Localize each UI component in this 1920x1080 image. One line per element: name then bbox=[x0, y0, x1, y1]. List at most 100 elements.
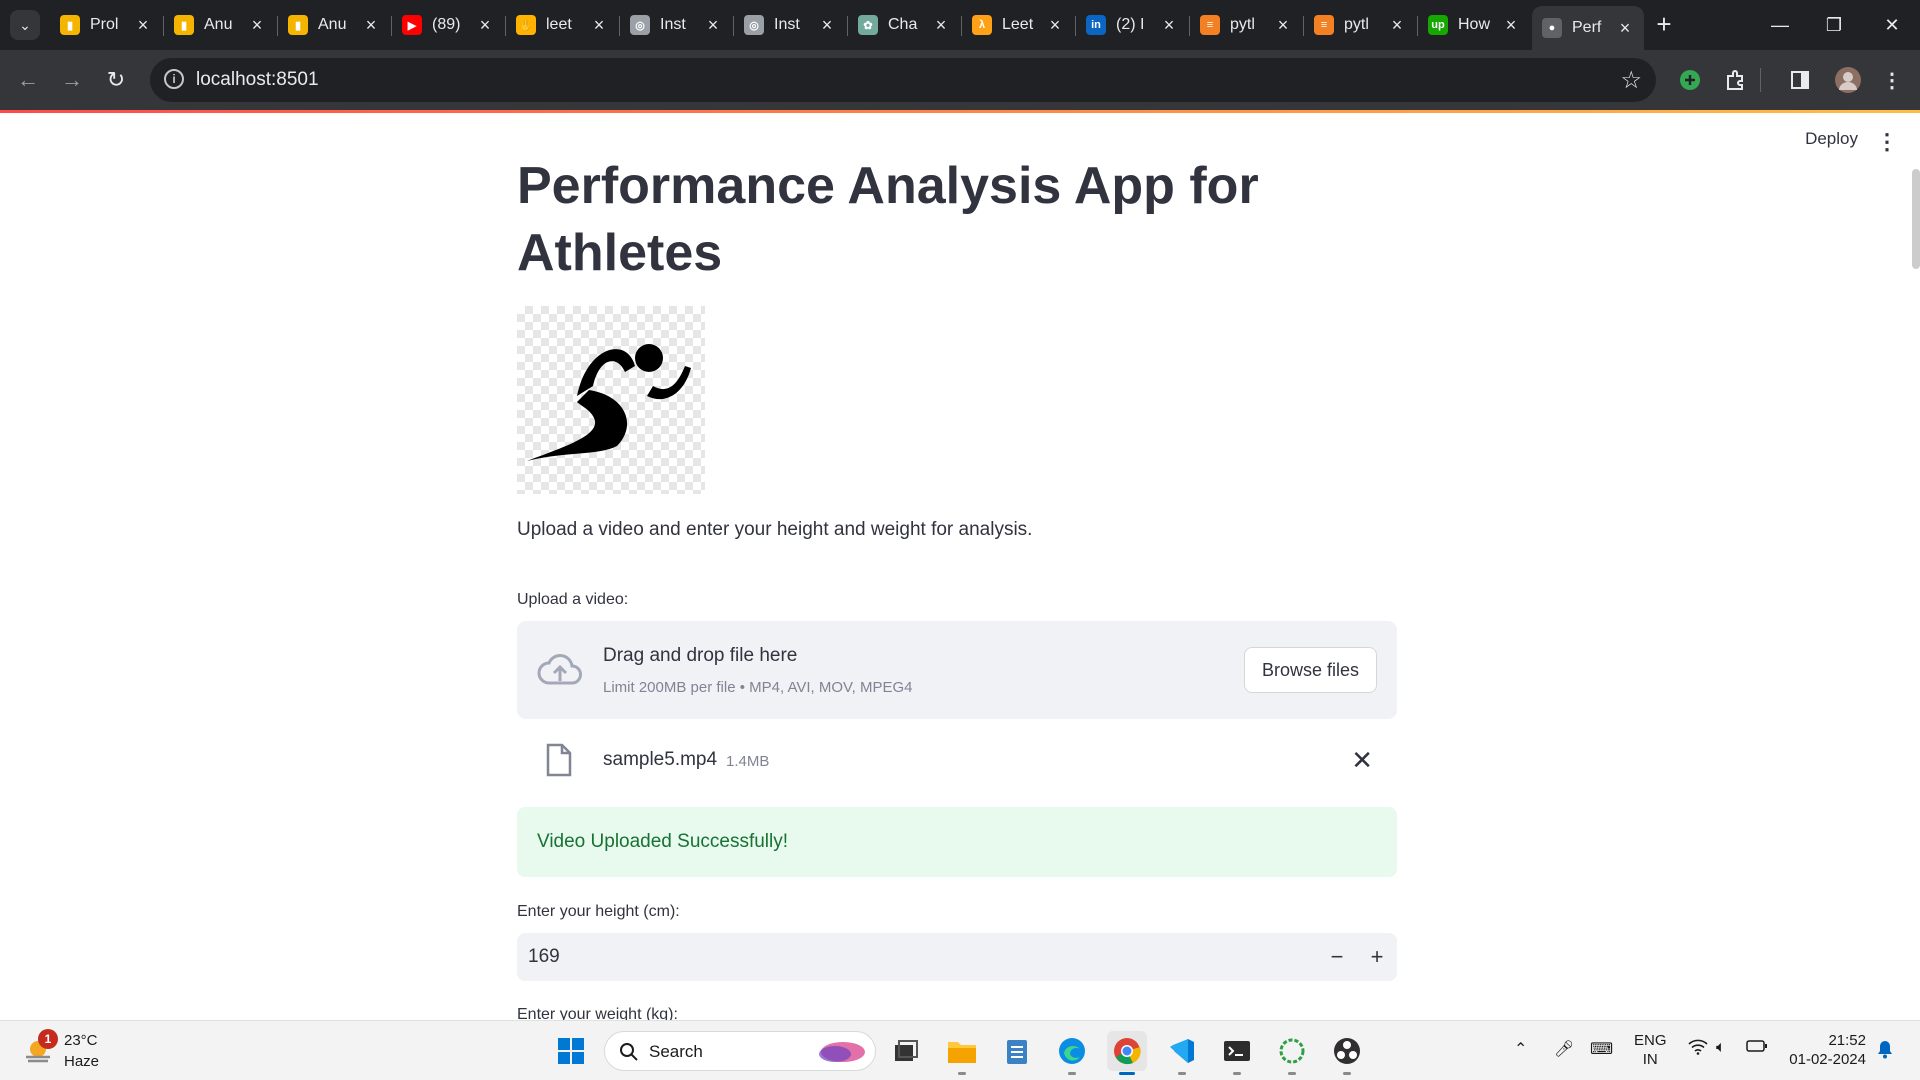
tab-title: pytl bbox=[1230, 16, 1255, 33]
site-info-icon[interactable]: i bbox=[164, 69, 184, 89]
weather-description[interactable]: Haze bbox=[64, 1053, 99, 1070]
notepad-icon[interactable] bbox=[997, 1031, 1037, 1071]
wifi-icon[interactable] bbox=[1688, 1039, 1708, 1060]
browser-tab[interactable]: ▮ Anu × bbox=[278, 8, 390, 42]
taskbar-search[interactable]: Search bbox=[604, 1031, 876, 1071]
browser-tab[interactable]: ▮ Anu × bbox=[164, 8, 276, 42]
page-scrollbar[interactable] bbox=[1912, 169, 1920, 269]
dropzone-limit-text: Limit 200MB per file • MP4, AVI, MOV, MP… bbox=[603, 679, 913, 696]
height-value[interactable]: 169 bbox=[528, 946, 560, 968]
tab-close-icon[interactable]: × bbox=[590, 15, 608, 36]
running-indicator bbox=[1288, 1072, 1296, 1075]
main-menu-icon[interactable]: ⋮ bbox=[1876, 129, 1898, 155]
file-dropzone[interactable]: Drag and drop file here Limit 200MB per … bbox=[517, 621, 1397, 719]
browser-tab[interactable]: up How × bbox=[1418, 8, 1530, 42]
profile-avatar[interactable] bbox=[1832, 64, 1864, 96]
system-clock[interactable]: 21:52 01-02-2024 bbox=[1786, 1031, 1866, 1069]
tab-title: Prol bbox=[90, 16, 119, 33]
chrome-icon[interactable] bbox=[1107, 1031, 1147, 1075]
tab-close-icon[interactable]: × bbox=[932, 15, 950, 36]
minimize-icon[interactable]: — bbox=[1752, 0, 1808, 50]
running-indicator bbox=[1233, 1072, 1241, 1075]
browse-files-button[interactable]: Browse files bbox=[1244, 647, 1377, 693]
tab-title: How bbox=[1458, 16, 1491, 33]
show-hidden-icons[interactable]: ⌃ bbox=[1514, 1039, 1527, 1059]
microphone-icon[interactable]: 🎤︎ bbox=[1554, 1039, 1574, 1059]
side-panel-icon[interactable] bbox=[1784, 64, 1816, 96]
notifications-bell-icon[interactable] bbox=[1876, 1039, 1894, 1064]
tab-close-icon[interactable]: × bbox=[1616, 18, 1634, 39]
browser-tab[interactable]: ✋ leet × bbox=[506, 8, 618, 42]
back-icon[interactable]: ← bbox=[12, 64, 44, 96]
file-size: 1.4MB bbox=[726, 753, 770, 770]
height-label: Enter your height (cm): bbox=[517, 903, 680, 920]
tab-title: Inst bbox=[660, 16, 686, 33]
tab-close-icon[interactable]: × bbox=[134, 15, 152, 36]
address-bar[interactable]: i localhost:8501 ☆ bbox=[150, 58, 1656, 102]
browser-tab[interactable]: ≡ pytl × bbox=[1190, 8, 1302, 42]
tab-close-icon[interactable]: × bbox=[1046, 15, 1064, 36]
chatgpt-icon: ✿ bbox=[858, 15, 878, 35]
url-text[interactable]: localhost:8501 bbox=[196, 69, 319, 91]
running-indicator bbox=[1068, 1072, 1076, 1075]
browser-tab[interactable]: ▮ Prol × bbox=[50, 8, 162, 42]
tab-strip: ⌄ ▮ Prol × ▮ Anu × ▮ Anu × ▶ (89) × ✋ leet × ◎ Inst × ◎ Ins… bbox=[0, 0, 1920, 50]
tab-close-icon[interactable]: × bbox=[362, 15, 380, 36]
reload-icon[interactable]: ↻ bbox=[100, 64, 132, 96]
tab-close-icon[interactable]: × bbox=[1388, 15, 1406, 36]
input-language[interactable]: ENG IN bbox=[1634, 1031, 1667, 1069]
tab-close-icon[interactable]: × bbox=[1502, 15, 1520, 36]
runner-logo-image bbox=[517, 306, 705, 494]
windows-start-icon[interactable] bbox=[551, 1031, 591, 1071]
tab-close-icon[interactable]: × bbox=[1160, 15, 1178, 36]
search-highlight-icon bbox=[819, 1042, 865, 1062]
vscode-icon[interactable] bbox=[1162, 1031, 1202, 1075]
tab-close-icon[interactable]: × bbox=[476, 15, 494, 36]
restore-icon[interactable]: ❐ bbox=[1806, 0, 1862, 50]
tab-title: Anu bbox=[204, 16, 233, 33]
remove-file-icon[interactable]: ✕ bbox=[1351, 745, 1373, 776]
upload-label: Upload a video: bbox=[517, 591, 629, 608]
progress-ring-app-icon[interactable] bbox=[1272, 1031, 1312, 1075]
browser-tab[interactable]: ◎ Inst × bbox=[734, 8, 846, 42]
new-tab-button[interactable]: + bbox=[1650, 10, 1678, 38]
search-icon bbox=[620, 1043, 638, 1061]
browser-tab[interactable]: in (2) I × bbox=[1076, 8, 1188, 42]
obs-icon[interactable] bbox=[1327, 1031, 1367, 1075]
browser-tab[interactable]: ▶ (89) × bbox=[392, 8, 504, 42]
tab-close-icon[interactable]: × bbox=[248, 15, 266, 36]
height-number-input[interactable]: 169 − + bbox=[517, 933, 1397, 981]
edge-browser-icon[interactable] bbox=[1052, 1031, 1092, 1075]
weather-temperature[interactable]: 23°C bbox=[64, 1032, 98, 1049]
browser-tab[interactable]: λ Leet × bbox=[962, 8, 1074, 42]
browser-tab[interactable]: ◎ Inst × bbox=[620, 8, 732, 42]
extensions-puzzle-icon[interactable] bbox=[1720, 64, 1752, 96]
search-label: Search bbox=[649, 1042, 703, 1061]
tab-close-icon[interactable]: × bbox=[1274, 15, 1292, 36]
browser-tab[interactable]: ≡ pytl × bbox=[1304, 8, 1416, 42]
battery-icon[interactable] bbox=[1746, 1039, 1768, 1058]
close-window-icon[interactable]: ✕ bbox=[1864, 0, 1920, 50]
page-title: Performance Analysis App for Athletes bbox=[517, 157, 1259, 282]
running-indicator bbox=[1178, 1072, 1186, 1075]
terminal-icon[interactable] bbox=[1217, 1031, 1257, 1075]
increment-button[interactable]: + bbox=[1357, 933, 1397, 981]
volume-icon[interactable]: 🔈︎ bbox=[1716, 1039, 1726, 1057]
forward-icon[interactable]: → bbox=[56, 64, 88, 96]
keyboard-icon[interactable]: ⌨ bbox=[1590, 1039, 1613, 1059]
browser-tab[interactable]: ● Perf × bbox=[1532, 6, 1644, 50]
browser-menu-icon[interactable]: ⋮ bbox=[1876, 64, 1908, 96]
leetcode-icon: λ bbox=[972, 15, 992, 35]
bookmark-star-icon[interactable]: ☆ bbox=[1620, 66, 1642, 95]
tab-title: Anu bbox=[318, 16, 347, 33]
file-explorer-icon[interactable] bbox=[942, 1031, 982, 1075]
deploy-button[interactable]: Deploy bbox=[1805, 129, 1858, 149]
tab-close-icon[interactable]: × bbox=[818, 15, 836, 36]
decrement-button[interactable]: − bbox=[1317, 933, 1357, 981]
tab-search-chevron-icon[interactable]: ⌄ bbox=[10, 10, 40, 40]
browser-tab[interactable]: ✿ Cha × bbox=[848, 8, 960, 42]
tab-close-icon[interactable]: × bbox=[704, 15, 722, 36]
task-view-icon[interactable] bbox=[886, 1031, 926, 1071]
extension-plus-icon[interactable] bbox=[1674, 64, 1706, 96]
running-athlete-icon bbox=[527, 344, 691, 461]
